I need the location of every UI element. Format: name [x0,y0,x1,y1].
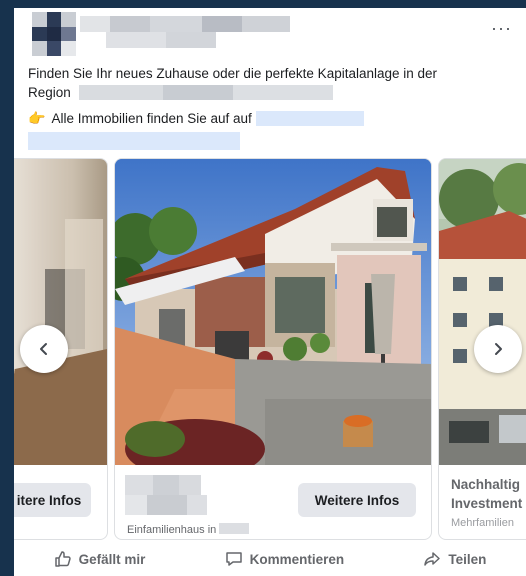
post-card: ··· Finden Sie Ihr neues Zuhause oder di… [14,8,526,576]
comment-button[interactable]: Kommentieren [225,550,345,568]
carousel-card-2[interactable]: Einfamilienhaus in Weitere Infos [114,158,432,540]
post-text: Finden Sie Ihr neues Zuhause oder die pe… [28,64,514,102]
carousel: itere Infos Einfamilienhaus in Weitere I… [14,158,526,540]
comment-label: Kommentieren [249,551,345,567]
card-2-title-redacted-2 [125,495,207,515]
share-icon [424,552,441,566]
chevron-right-icon [495,343,502,355]
region-redacted [78,85,163,100]
card-2-subtitle: Einfamilienhaus in [127,523,250,536]
post-text-region: Region [28,85,71,100]
card-3-title-line2: Investment [451,496,523,511]
like-button[interactable]: Gefällt mir [54,550,146,568]
post-link-line: 👉 Alle Immobilien finden Sie auf auf [28,110,364,127]
post-text-line2: Alle Immobilien finden Sie auf auf [51,111,252,126]
card-3-title: Nachhaltig Investment [451,475,522,513]
link-redacted[interactable] [255,111,364,126]
card-2-image [115,159,431,465]
region-redacted-2 [162,85,233,100]
like-label: Gefällt mir [78,551,146,567]
card-1-footer: itere Infos [14,465,107,539]
more-options-button[interactable]: ··· [491,18,512,39]
action-bar: Gefällt mir Kommentieren Teilen [14,542,526,576]
card-2-title-redacted [125,475,201,495]
card-1-more-info-button[interactable]: itere Infos [14,483,91,517]
comment-icon [225,552,242,566]
card-2-subtitle-redacted [219,523,250,534]
house-photo [115,159,431,465]
share-button[interactable]: Teilen [423,550,486,568]
thumbs-up-icon [54,551,71,567]
card-3-footer: Nachhaltig Investment Mehrfamilien [439,465,526,539]
share-label: Teilen [448,551,487,567]
card-1-image [14,159,107,465]
card-2-footer: Einfamilienhaus in Weitere Infos [115,465,431,539]
card-3-title-line1: Nachhaltig [451,477,521,492]
pointing-hand-icon: 👉 [28,110,46,126]
page-name-redacted[interactable] [80,16,290,48]
avatar[interactable] [32,12,76,56]
card-3-subtitle: Mehrfamilien [451,517,514,529]
post-text-line1: Finden Sie Ihr neues Zuhause oder die pe… [28,66,438,81]
link-redacted-2[interactable] [28,132,240,150]
card-3-image [439,159,526,465]
carousel-next-button[interactable] [474,325,522,373]
region-redacted-3 [232,85,333,100]
card-2-more-info-button[interactable]: Weitere Infos [298,483,416,517]
card-2-subtitle-text: Einfamilienhaus in [127,524,217,536]
carousel-prev-button[interactable] [20,325,68,373]
chevron-left-icon [40,343,47,355]
